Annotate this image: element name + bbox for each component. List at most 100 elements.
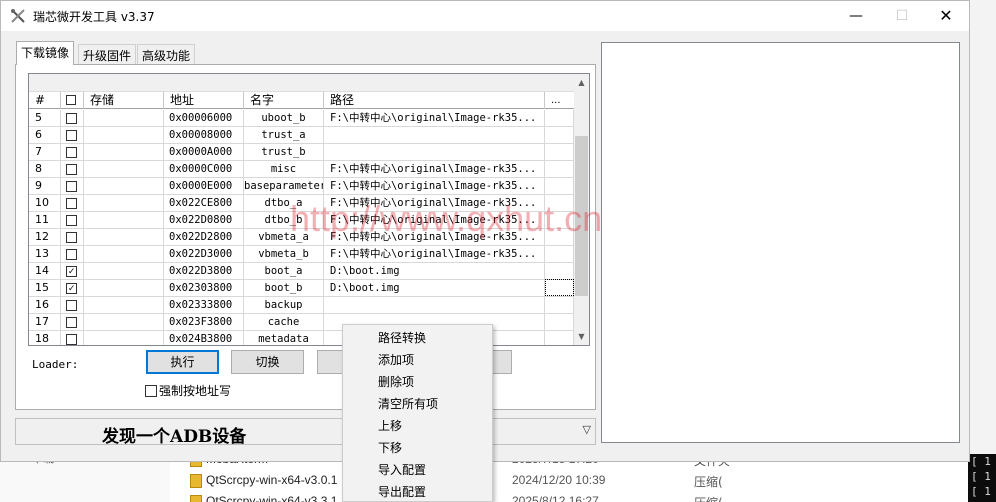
row-address-cell[interactable]: 0x023F3800 (164, 314, 244, 331)
row-checkbox[interactable]: ✓ (66, 283, 77, 294)
row-num-cell[interactable]: 18 (29, 331, 61, 345)
row-address-cell[interactable]: 0x02303800 (164, 280, 244, 297)
row-checkbox[interactable]: ✓ (66, 266, 77, 277)
table-row[interactable]: 14 ✓ 0x022D3800 boot_a D:\boot.img (29, 263, 574, 280)
tab-advanced[interactable]: 高级功能 (137, 44, 196, 64)
row-checkbox[interactable] (66, 113, 77, 124)
row-address-cell[interactable]: 0x022D3000 (164, 246, 244, 263)
row-storage-cell[interactable] (84, 161, 164, 178)
scroll-down-arrow-icon[interactable]: ▼ (574, 328, 589, 345)
row-more-cell[interactable] (545, 178, 574, 195)
log-panel[interactable] (601, 42, 960, 443)
menu-item-import-config[interactable]: 导入配置 (343, 459, 492, 481)
row-address-cell[interactable]: 0x00008000 (164, 127, 244, 144)
col-header-more[interactable]: ... (545, 92, 574, 109)
row-more-cell[interactable] (545, 127, 574, 144)
row-num-cell[interactable]: 12 (29, 229, 61, 246)
row-more-cell[interactable] (545, 314, 574, 331)
minimize-button[interactable]: — (833, 1, 879, 31)
row-num-cell[interactable]: 17 (29, 314, 61, 331)
row-storage-cell[interactable] (84, 314, 164, 331)
row-num-cell[interactable]: 15 (29, 280, 61, 297)
row-checkbox-cell[interactable] (61, 127, 84, 144)
menu-item-delete[interactable]: 删除项 (343, 371, 492, 393)
row-storage-cell[interactable] (84, 297, 164, 314)
row-address-cell[interactable]: 0x0000C000 (164, 161, 244, 178)
row-storage-cell[interactable] (84, 195, 164, 212)
row-checkbox-cell[interactable] (61, 161, 84, 178)
row-num-cell[interactable]: 5 (29, 110, 61, 127)
row-more-cell[interactable] (545, 263, 574, 280)
table-row[interactable]: 5 0x00006000 uboot_b F:\中转中心\original\Image… (29, 110, 574, 127)
switch-button[interactable]: 切换 (231, 350, 304, 374)
row-more-cell[interactable] (545, 246, 574, 263)
row-checkbox[interactable] (66, 147, 77, 158)
row-name-cell[interactable]: uboot_b (244, 110, 324, 127)
table-row[interactable]: 8 0x0000C000 misc F:\中转中心\original\Image-rk… (29, 161, 574, 178)
row-storage-cell[interactable] (84, 229, 164, 246)
row-address-cell[interactable]: 0x022CE800 (164, 195, 244, 212)
row-more-cell[interactable] (545, 297, 574, 314)
maximize-button[interactable]: ☐ (879, 1, 925, 31)
row-checkbox-cell[interactable] (61, 144, 84, 161)
row-storage-cell[interactable] (84, 212, 164, 229)
row-name-cell[interactable]: misc (244, 161, 324, 178)
select-all-checkbox[interactable] (66, 95, 76, 105)
col-header-num[interactable]: # (29, 92, 61, 109)
row-name-cell[interactable]: backup (244, 297, 324, 314)
row-path-cell[interactable] (324, 127, 545, 144)
row-more-cell[interactable] (545, 161, 574, 178)
row-checkbox-cell[interactable] (61, 331, 84, 345)
row-address-cell[interactable]: 0x022D3800 (164, 263, 244, 280)
row-checkbox[interactable] (66, 181, 77, 192)
table-row[interactable]: 9 0x0000E000 baseparameter F:\中转中心\original… (29, 178, 574, 195)
row-name-cell[interactable]: metadata (244, 331, 324, 345)
row-storage-cell[interactable] (84, 331, 164, 345)
row-more-cell[interactable] (545, 331, 574, 345)
row-checkbox-cell[interactable] (61, 110, 84, 127)
row-name-cell[interactable]: baseparameter (244, 178, 324, 195)
row-num-cell[interactable]: 16 (29, 297, 61, 314)
row-address-cell[interactable]: 0x0000E000 (164, 178, 244, 195)
row-checkbox-cell[interactable] (61, 314, 84, 331)
col-header-address[interactable]: 地址 (164, 92, 244, 109)
row-path-cell[interactable] (324, 297, 545, 314)
menu-item-add[interactable]: 添加项 (343, 349, 492, 371)
menu-item-move-up[interactable]: 上移 (343, 415, 492, 437)
row-more-cell[interactable] (545, 144, 574, 161)
tab-upgrade-firmware[interactable]: 升级固件 (78, 44, 137, 64)
row-path-cell[interactable] (324, 144, 545, 161)
chevron-down-icon[interactable]: ▽ (583, 423, 591, 436)
row-checkbox[interactable] (66, 249, 77, 260)
scroll-up-arrow-icon[interactable]: ▲ (574, 74, 589, 91)
row-checkbox[interactable] (66, 215, 77, 226)
row-checkbox-cell[interactable] (61, 212, 84, 229)
row-address-cell[interactable]: 0x0000A000 (164, 144, 244, 161)
menu-item-move-down[interactable]: 下移 (343, 437, 492, 459)
row-name-cell[interactable]: vbmeta_b (244, 246, 324, 263)
row-num-cell[interactable]: 6 (29, 127, 61, 144)
row-num-cell[interactable]: 8 (29, 161, 61, 178)
force-by-address-option[interactable]: 强制按地址写 (145, 382, 231, 399)
row-storage-cell[interactable] (84, 263, 164, 280)
status-bar[interactable]: 发现一个ADB设备 ▽ (15, 418, 596, 447)
row-path-cell[interactable]: F:\中转中心\original\Image-rk35... (324, 178, 545, 195)
row-path-cell[interactable]: D:\boot.img (324, 280, 545, 297)
col-header-storage[interactable]: 存储 (84, 92, 164, 109)
table-row[interactable]: 13 0x022D3000 vbmeta_b F:\中转中心\original\Ima… (29, 246, 574, 263)
row-checkbox-cell[interactable] (61, 195, 84, 212)
menu-item-path-convert[interactable]: 路径转换 (343, 327, 492, 349)
row-checkbox[interactable] (66, 317, 77, 328)
row-address-cell[interactable]: 0x022D0800 (164, 212, 244, 229)
row-checkbox[interactable] (66, 130, 77, 141)
row-path-cell[interactable]: F:\中转中心\original\Image-rk35... (324, 110, 545, 127)
row-num-cell[interactable]: 10 (29, 195, 61, 212)
execute-button[interactable]: 执行 (146, 350, 219, 374)
row-path-cell[interactable]: F:\中转中心\original\Image-rk35... (324, 161, 545, 178)
row-name-cell[interactable]: trust_a (244, 127, 324, 144)
row-address-cell[interactable]: 0x02333800 (164, 297, 244, 314)
row-name-cell[interactable]: boot_a (244, 263, 324, 280)
menu-item-clear-all[interactable]: 清空所有项 (343, 393, 492, 415)
row-checkbox[interactable] (66, 334, 77, 345)
row-checkbox-cell[interactable] (61, 178, 84, 195)
